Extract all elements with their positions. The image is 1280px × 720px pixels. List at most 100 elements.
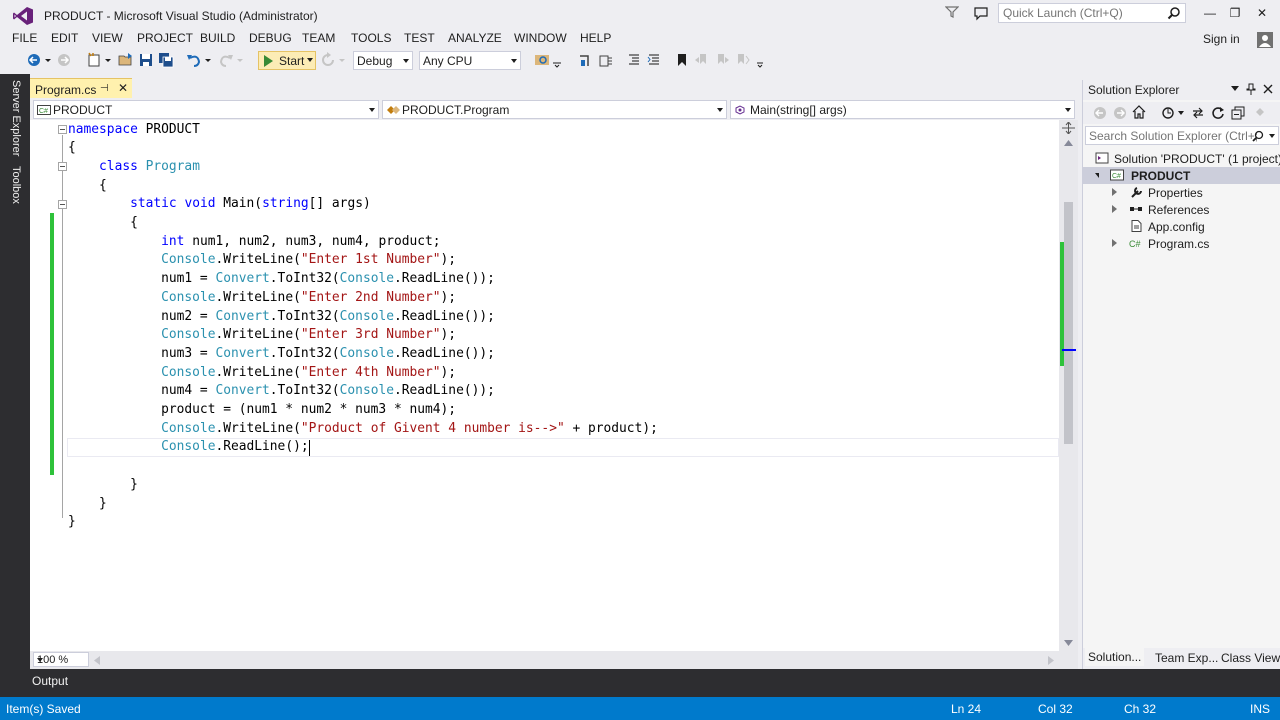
horizontal-scrollbar[interactable]: 100 % — [30, 651, 1078, 669]
find-in-files-icon[interactable] — [534, 52, 550, 68]
tab-output[interactable]: Output — [32, 674, 68, 688]
find-dropdown-icon[interactable] — [552, 52, 562, 68]
start-dropdown-icon[interactable] — [307, 58, 313, 62]
expand-icon[interactable] — [1112, 239, 1117, 247]
menu-edit[interactable]: EDIT — [51, 31, 78, 45]
code-line[interactable]: Console.WriteLine("Enter 1st Number"); — [68, 251, 456, 270]
tree-item-app-config[interactable]: App.config — [1083, 218, 1280, 235]
minimize-button[interactable]: — — [1198, 4, 1222, 22]
expand-icon[interactable] — [1112, 205, 1117, 213]
solution-platform-select[interactable]: Any CPU — [419, 51, 521, 70]
next-bookmark-icon[interactable] — [714, 52, 730, 68]
server-explorer-tab[interactable]: Server Explorer — [10, 80, 22, 156]
close-button[interactable]: ✕ — [1250, 4, 1274, 22]
code-line[interactable]: namespace PRODUCT — [68, 121, 200, 140]
solution-search-box[interactable] — [1085, 126, 1279, 145]
start-debugging-button[interactable]: Start — [258, 51, 316, 70]
search-icon[interactable] — [1167, 6, 1181, 20]
tab-class-view[interactable]: Class View — [1221, 651, 1280, 665]
account-icon[interactable] — [1256, 31, 1274, 49]
menu-team[interactable]: TEAM — [302, 31, 335, 45]
redo-dropdown-icon[interactable] — [236, 52, 244, 68]
scroll-down-icon[interactable] — [1064, 640, 1073, 646]
sign-in-link[interactable]: Sign in — [1203, 32, 1240, 46]
menu-tools[interactable]: TOOLS — [351, 31, 391, 45]
code-line[interactable]: { — [68, 214, 138, 233]
tree-item-program-cs[interactable]: C# Program.cs — [1083, 235, 1280, 252]
solution-tree[interactable]: Solution 'PRODUCT' (1 project) C# PRODUC… — [1083, 150, 1280, 630]
undo-icon[interactable] — [186, 52, 202, 68]
window-position-icon[interactable] — [1231, 86, 1239, 92]
bookmark-icon[interactable] — [674, 52, 690, 68]
code-line[interactable]: num1 = Convert.ToInt32(Console.ReadLine(… — [68, 270, 495, 289]
collapse-icon[interactable] — [1095, 173, 1099, 178]
split-window-icon[interactable] — [1062, 121, 1075, 135]
code-line[interactable]: num3 = Convert.ToInt32(Console.ReadLine(… — [68, 345, 495, 364]
close-tab-icon[interactable]: ✕ — [118, 81, 128, 95]
save-all-icon[interactable] — [158, 52, 174, 68]
feedback-icon[interactable] — [973, 5, 989, 21]
menu-view[interactable]: VIEW — [92, 31, 123, 45]
sync-with-document-icon[interactable] — [1191, 106, 1205, 120]
pin-icon[interactable]: ⊣ — [100, 83, 109, 94]
tree-item-solution[interactable]: Solution 'PRODUCT' (1 project) — [1083, 150, 1280, 167]
type-select[interactable]: PRODUCT.Program — [382, 100, 727, 119]
member-select[interactable]: Main(string[] args) — [730, 100, 1075, 119]
zoom-select[interactable]: 100 % — [33, 652, 89, 667]
code-line[interactable]: Console.ReadLine(); — [68, 438, 308, 457]
code-line[interactable]: } — [68, 476, 138, 495]
quick-launch-box[interactable] — [998, 3, 1186, 23]
code-line[interactable]: Console.WriteLine("Enter 3rd Number"); — [68, 326, 456, 345]
refresh-icon[interactable] — [320, 52, 336, 68]
scrollbar-thumb[interactable] — [1064, 202, 1073, 444]
outdent-icon[interactable] — [626, 52, 642, 68]
tree-item-project[interactable]: C# PRODUCT — [1083, 167, 1280, 184]
redo-icon[interactable] — [218, 52, 234, 68]
toolbar-overflow-icon[interactable] — [756, 52, 764, 68]
bookmark-folder-icon[interactable] — [734, 52, 750, 68]
toolbox-tab[interactable]: Toolbox — [10, 166, 22, 204]
vertical-scrollbar[interactable] — [1059, 120, 1078, 651]
menu-window[interactable]: WINDOW — [514, 31, 567, 45]
navigate-back-icon[interactable] — [26, 52, 42, 68]
menu-project[interactable]: PROJECT — [137, 31, 193, 45]
code-line[interactable]: static void Main(string[] args) — [68, 195, 371, 214]
code-line[interactable]: Console.WriteLine("Enter 2nd Number"); — [68, 289, 456, 308]
menu-test[interactable]: TEST — [404, 31, 435, 45]
search-icon[interactable] — [1252, 130, 1264, 142]
solution-search-input[interactable] — [1089, 129, 1257, 143]
refresh-dropdown-icon[interactable] — [338, 52, 346, 68]
collapse-method-icon[interactable] — [58, 200, 67, 209]
back-dropdown-icon[interactable] — [44, 52, 52, 68]
scroll-right-icon[interactable] — [1048, 656, 1054, 665]
step-into-icon[interactable] — [578, 52, 594, 68]
search-options-icon[interactable] — [1269, 134, 1275, 138]
tree-item-references[interactable]: References — [1083, 201, 1280, 218]
menu-analyze[interactable]: ANALYZE — [448, 31, 502, 45]
tab-solution-explorer[interactable]: Solution... — [1085, 648, 1145, 666]
quick-launch-input[interactable] — [1003, 6, 1163, 20]
code-line[interactable]: } — [68, 495, 107, 514]
back-icon[interactable] — [1093, 106, 1107, 120]
menu-help[interactable]: HELP — [580, 31, 611, 45]
new-dropdown-icon[interactable] — [104, 52, 112, 68]
forward-icon[interactable] — [1113, 106, 1127, 120]
menu-file[interactable]: FILE — [12, 31, 37, 45]
menu-debug[interactable]: DEBUG — [249, 31, 292, 45]
code-line[interactable]: { — [68, 177, 107, 196]
navigate-forward-icon[interactable] — [56, 52, 72, 68]
scroll-left-icon[interactable] — [94, 656, 100, 665]
tree-item-properties[interactable]: Properties — [1083, 184, 1280, 201]
pending-changes-filter-icon[interactable] — [1161, 106, 1175, 120]
code-line[interactable]: num2 = Convert.ToInt32(Console.ReadLine(… — [68, 308, 495, 327]
code-line[interactable]: Console.WriteLine("Enter 4th Number"); — [68, 364, 456, 383]
pin-icon[interactable] — [1246, 83, 1256, 95]
tab-program-cs[interactable]: Program.cs ⊣ ✕ — [30, 78, 132, 98]
collapse-namespace-icon[interactable] — [58, 125, 67, 134]
expand-icon[interactable] — [1112, 188, 1117, 196]
indent-icon[interactable] — [646, 52, 662, 68]
project-select[interactable]: C# PRODUCT — [33, 100, 379, 119]
filter-dropdown-icon[interactable] — [1178, 111, 1184, 115]
scroll-up-icon[interactable] — [1064, 140, 1073, 146]
close-icon[interactable] — [1263, 84, 1273, 94]
